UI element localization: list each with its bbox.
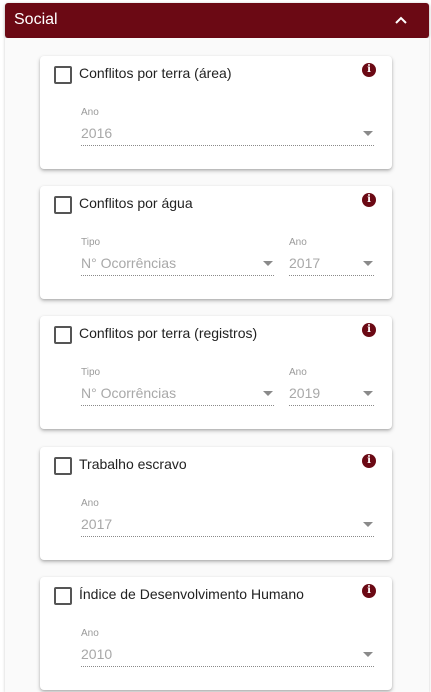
field-underline <box>81 666 374 667</box>
dropdown-arrow-icon <box>263 261 273 266</box>
layer-title: Índice de Desenvolvimento Humano <box>79 586 304 602</box>
layer-checkbox[interactable] <box>54 196 72 214</box>
social-panel-header[interactable]: Social <box>5 3 429 38</box>
tipo-value: N° Ocorrências <box>81 255 177 271</box>
ano-label: Ano <box>81 498 99 509</box>
dropdown-arrow-icon <box>363 391 373 396</box>
tipo-label: Tipo <box>81 237 101 248</box>
tipo-select[interactable]: Tipo N° Ocorrências <box>81 237 274 277</box>
field-underline <box>81 145 374 146</box>
dropdown-arrow-icon <box>363 652 373 657</box>
field-underline <box>81 405 274 406</box>
layer-title: Conflitos por terra (registros) <box>79 325 258 341</box>
ano-select[interactable]: Ano 2019 <box>289 367 374 407</box>
dropdown-arrow-icon <box>363 261 373 266</box>
field-underline <box>289 405 374 406</box>
layer-card-conflitos-terra-area: Conflitos por terra (área) i Ano 2016 <box>40 56 392 169</box>
layer-checkbox[interactable] <box>54 66 72 84</box>
info-icon[interactable]: i <box>362 193 376 207</box>
layer-card-trabalho-escravo: Trabalho escravo i Ano 2017 <box>40 447 392 560</box>
ano-label: Ano <box>289 367 307 378</box>
tipo-value: N° Ocorrências <box>81 385 177 401</box>
ano-select[interactable]: Ano 2010 <box>81 628 374 668</box>
layer-card-conflitos-terra-registros: Conflitos por terra (registros) i Tipo N… <box>40 316 392 429</box>
ano-label: Ano <box>81 107 99 118</box>
info-icon[interactable]: i <box>362 323 376 337</box>
tipo-label: Tipo <box>81 367 101 378</box>
tipo-select[interactable]: Tipo N° Ocorrências <box>81 367 274 407</box>
ano-value: 2016 <box>81 125 113 141</box>
layer-title: Conflitos por água <box>79 195 193 211</box>
ano-select[interactable]: Ano 2017 <box>289 237 374 277</box>
ano-select[interactable]: Ano 2017 <box>81 498 374 538</box>
dropdown-arrow-icon <box>263 391 273 396</box>
panel-title: Social <box>14 11 58 28</box>
ano-label: Ano <box>289 237 307 248</box>
ano-value: 2010 <box>81 646 113 662</box>
chevron-up-icon[interactable] <box>393 12 409 28</box>
ano-label: Ano <box>81 628 99 639</box>
field-underline <box>81 536 374 537</box>
layer-title: Trabalho escravo <box>79 456 187 472</box>
layer-checkbox[interactable] <box>54 457 72 475</box>
ano-select[interactable]: Ano 2016 <box>81 107 374 147</box>
layer-checkbox[interactable] <box>54 326 72 344</box>
field-underline <box>81 275 274 276</box>
ano-value: 2017 <box>289 255 321 271</box>
layer-card-conflitos-agua: Conflitos por água i Tipo N° Ocorrências… <box>40 186 392 299</box>
layer-checkbox[interactable] <box>54 587 72 605</box>
field-underline <box>289 275 374 276</box>
ano-value: 2019 <box>289 385 321 401</box>
ano-value: 2017 <box>81 516 113 532</box>
info-icon[interactable]: i <box>362 63 376 77</box>
dropdown-arrow-icon <box>363 522 373 527</box>
layer-title: Conflitos por terra (área) <box>79 65 232 81</box>
info-icon[interactable]: i <box>362 454 376 468</box>
dropdown-arrow-icon <box>363 131 373 136</box>
info-icon[interactable]: i <box>362 584 376 598</box>
layer-card-idh: Índice de Desenvolvimento Humano i Ano 2… <box>40 577 392 690</box>
